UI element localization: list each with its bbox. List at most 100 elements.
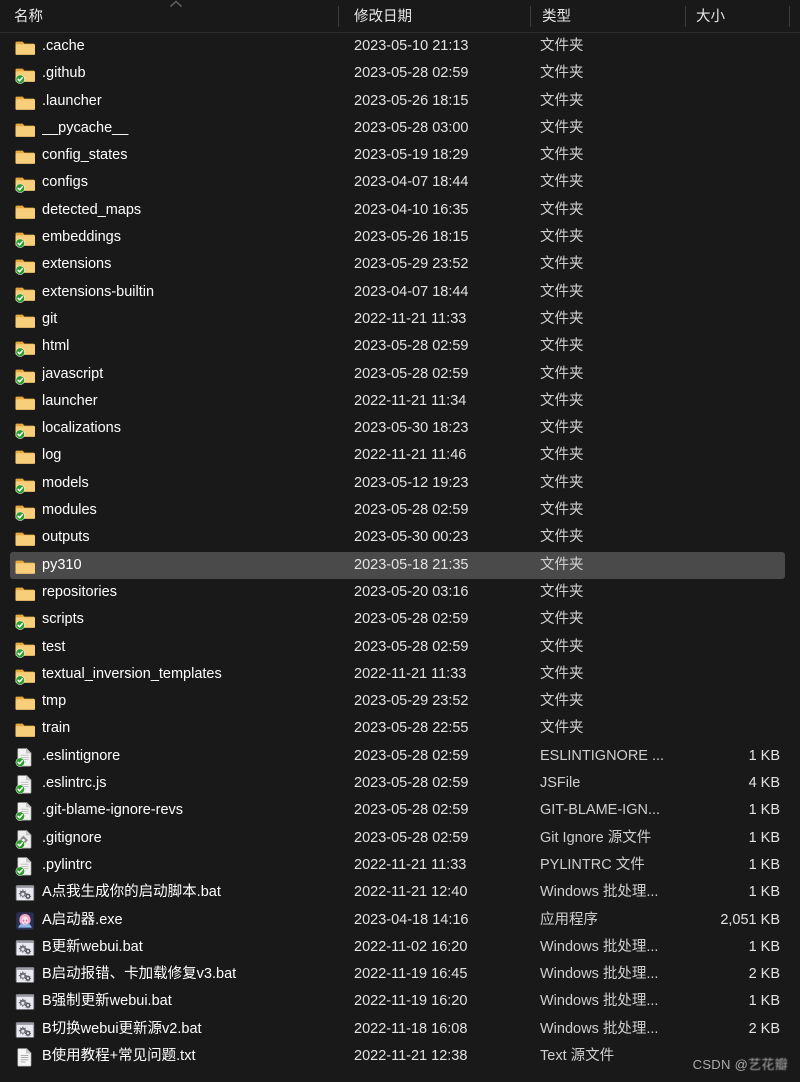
file-row[interactable]: .github 2023-05-28 02:59 文件夹 — [0, 60, 800, 87]
file-date-cell: 2023-04-10 16:35 — [354, 201, 469, 218]
file-row[interactable]: B启动报错、卡加载修复v3.bat 2022-11-19 16:45 Windows… — [0, 961, 800, 988]
column-header-name-label: 名称 — [14, 9, 43, 25]
file-row[interactable]: .gitignore 2023-05-28 02:59 Git Ignore 源文件… — [0, 825, 800, 852]
file-row[interactable]: .git-blame-ignore-revs 2023-05-28 02:59 GI… — [0, 797, 800, 824]
file-row[interactable]: train 2023-05-28 22:55 文件夹 — [0, 715, 800, 742]
column-header-type-label: 类型 — [542, 9, 571, 25]
file-name-cell: scripts — [42, 611, 84, 628]
folder-icon — [15, 505, 35, 521]
file-date-cell: 2023-05-28 02:59 — [354, 502, 469, 519]
file-row[interactable]: B更新webui.bat 2022-11-02 16:20 Windows 批处理.… — [0, 934, 800, 961]
file-row[interactable]: git 2022-11-21 11:33 文件夹 — [0, 306, 800, 333]
file-size-cell: 1 KB — [748, 993, 780, 1010]
file-name-cell: extensions-builtin — [42, 283, 155, 300]
column-header-type[interactable]: 类型 — [542, 0, 672, 32]
file-date-cell: 2023-05-28 02:59 — [354, 611, 469, 628]
file-size-cell — [640, 361, 780, 388]
folder-icon — [15, 696, 35, 710]
column-divider-size-end[interactable] — [789, 6, 790, 27]
file-size-cell — [640, 142, 780, 169]
file-date-cell: 2023-05-28 03:00 — [354, 119, 469, 136]
folder-icon — [15, 642, 35, 658]
file-row[interactable]: config_states 2023-05-19 18:29 文件夹 — [0, 142, 800, 169]
file-row[interactable]: repositories 2023-05-20 03:16 文件夹 — [0, 579, 800, 606]
document-icon — [15, 774, 32, 794]
file-date-cell: 2022-11-18 16:08 — [354, 1020, 468, 1037]
file-row[interactable]: localizations 2023-05-30 18:23 文件夹 — [0, 415, 800, 442]
file-size-cell — [640, 388, 780, 415]
file-row[interactable]: .pylintrc 2022-11-21 11:33 PYLINTRC 文件 1 KB — [0, 852, 800, 879]
file-row[interactable]: detected_maps 2023-04-10 16:35 文件夹 — [0, 197, 800, 224]
file-date-cell: 2023-04-18 14:16 — [354, 911, 469, 928]
file-row[interactable]: embeddings 2023-05-26 18:15 文件夹 — [0, 224, 800, 251]
folder-icon — [15, 614, 35, 631]
file-row[interactable]: textual_inversion_templates 2022-11-21 11… — [0, 661, 800, 688]
file-name-cell: models — [42, 474, 89, 491]
file-name-cell: modules — [42, 502, 97, 519]
column-divider-type-size[interactable] — [685, 6, 686, 27]
file-size-cell — [640, 224, 780, 251]
file-size-cell: 1 KB — [748, 856, 780, 873]
file-row[interactable]: html 2023-05-28 02:59 文件夹 — [0, 333, 800, 360]
file-row[interactable]: tmp 2023-05-29 23:52 文件夹 — [0, 688, 800, 715]
column-header-date-modified[interactable]: 修改日期 — [354, 0, 522, 32]
file-size-cell — [640, 634, 780, 661]
folder-icon — [15, 314, 35, 328]
gitignore-icon — [15, 829, 32, 849]
folder-icon — [15, 259, 35, 276]
file-name-cell: test — [42, 638, 66, 655]
file-row[interactable]: modules 2023-05-28 02:59 文件夹 — [0, 497, 800, 524]
csdn-watermark: CSDN @艺花瓣 — [693, 1054, 788, 1073]
column-header-name[interactable]: 名称 — [14, 0, 330, 32]
file-row[interactable]: __pycache__ 2023-05-28 03:00 文件夹 — [0, 115, 800, 142]
file-row[interactable]: B强制更新webui.bat 2022-11-19 16:20 Windows 批处… — [0, 988, 800, 1015]
file-size-cell — [640, 60, 780, 87]
file-date-cell: 2022-11-21 11:33 — [354, 856, 467, 873]
file-row[interactable]: models 2023-05-12 19:23 文件夹 — [0, 470, 800, 497]
folder-icon — [15, 423, 35, 439]
column-divider-name-date[interactable] — [338, 6, 339, 27]
file-name-cell: .eslintignore — [42, 747, 121, 764]
batch-gear-icon — [15, 939, 35, 956]
file-date-cell: 2023-05-18 21:35 — [354, 556, 469, 573]
file-row[interactable]: B使用教程+常见问题.txt 2022-11-21 12:38 Text 源文件 — [0, 1043, 800, 1070]
folder-icon — [15, 68, 35, 85]
watermark-handle: 艺花瓣 — [748, 1057, 788, 1072]
file-row[interactable]: py310 2023-05-18 21:35 文件夹 — [0, 551, 800, 579]
file-name-cell: .gitignore — [42, 829, 102, 846]
file-name-cell: repositories — [42, 583, 117, 600]
column-header-size-label: 大小 — [696, 9, 725, 25]
file-name-cell: html — [42, 338, 70, 355]
file-row[interactable]: A点我生成你的启动脚本.bat 2022-11-21 12:40 Windows 批… — [0, 879, 800, 906]
file-row[interactable]: B切换webui更新源v2.bat 2022-11-18 16:08 Windows… — [0, 1016, 800, 1043]
file-row[interactable]: test 2023-05-28 02:59 文件夹 — [0, 634, 800, 661]
file-row[interactable]: outputs 2023-05-30 00:23 文件夹 — [0, 524, 800, 551]
file-date-cell: 2023-05-26 18:15 — [354, 92, 469, 109]
file-row[interactable]: A启动器.exe 2023-04-18 14:16 应用程序 2,051 KB — [0, 907, 800, 934]
file-name-cell: log — [42, 447, 62, 464]
column-divider-date-type[interactable] — [530, 6, 531, 27]
file-name-cell: tmp — [42, 693, 67, 710]
file-name-cell: javascript — [42, 365, 104, 382]
file-date-cell: 2023-05-28 02:59 — [354, 829, 469, 846]
file-name-cell: .pylintrc — [42, 856, 92, 873]
file-row[interactable]: .cache 2023-05-10 21:13 文件夹 — [0, 33, 800, 60]
column-header-size[interactable]: 大小 — [696, 0, 786, 32]
file-row[interactable]: extensions 2023-05-29 23:52 文件夹 — [0, 251, 800, 278]
file-size-cell: 2 KB — [748, 1020, 780, 1037]
file-row[interactable]: javascript 2023-05-28 02:59 文件夹 — [0, 361, 800, 388]
file-row[interactable]: .eslintrc.js 2023-05-28 02:59 JSFile 4 KB — [0, 770, 800, 797]
file-row[interactable]: scripts 2023-05-28 02:59 文件夹 — [0, 606, 800, 633]
file-row[interactable]: .launcher 2023-05-26 18:15 文件夹 — [0, 88, 800, 115]
file-row[interactable]: launcher 2022-11-21 11:34 文件夹 — [0, 388, 800, 415]
file-date-cell: 2022-11-21 11:33 — [354, 665, 467, 682]
file-row[interactable]: .eslintignore 2023-05-28 02:59 ESLINTIGNOR… — [0, 743, 800, 770]
folder-icon — [15, 41, 35, 55]
file-name-cell: detected_maps — [42, 201, 142, 218]
file-name-cell: .git-blame-ignore-revs — [42, 802, 184, 819]
file-row[interactable]: log 2022-11-21 11:46 文件夹 — [0, 442, 800, 469]
file-row[interactable]: extensions-builtin 2023-04-07 18:44 文件夹 — [0, 279, 800, 306]
file-row[interactable]: configs 2023-04-07 18:44 文件夹 — [0, 169, 800, 196]
file-size-cell: 1 KB — [748, 802, 780, 819]
file-date-cell: 2023-05-20 03:16 — [354, 583, 469, 600]
